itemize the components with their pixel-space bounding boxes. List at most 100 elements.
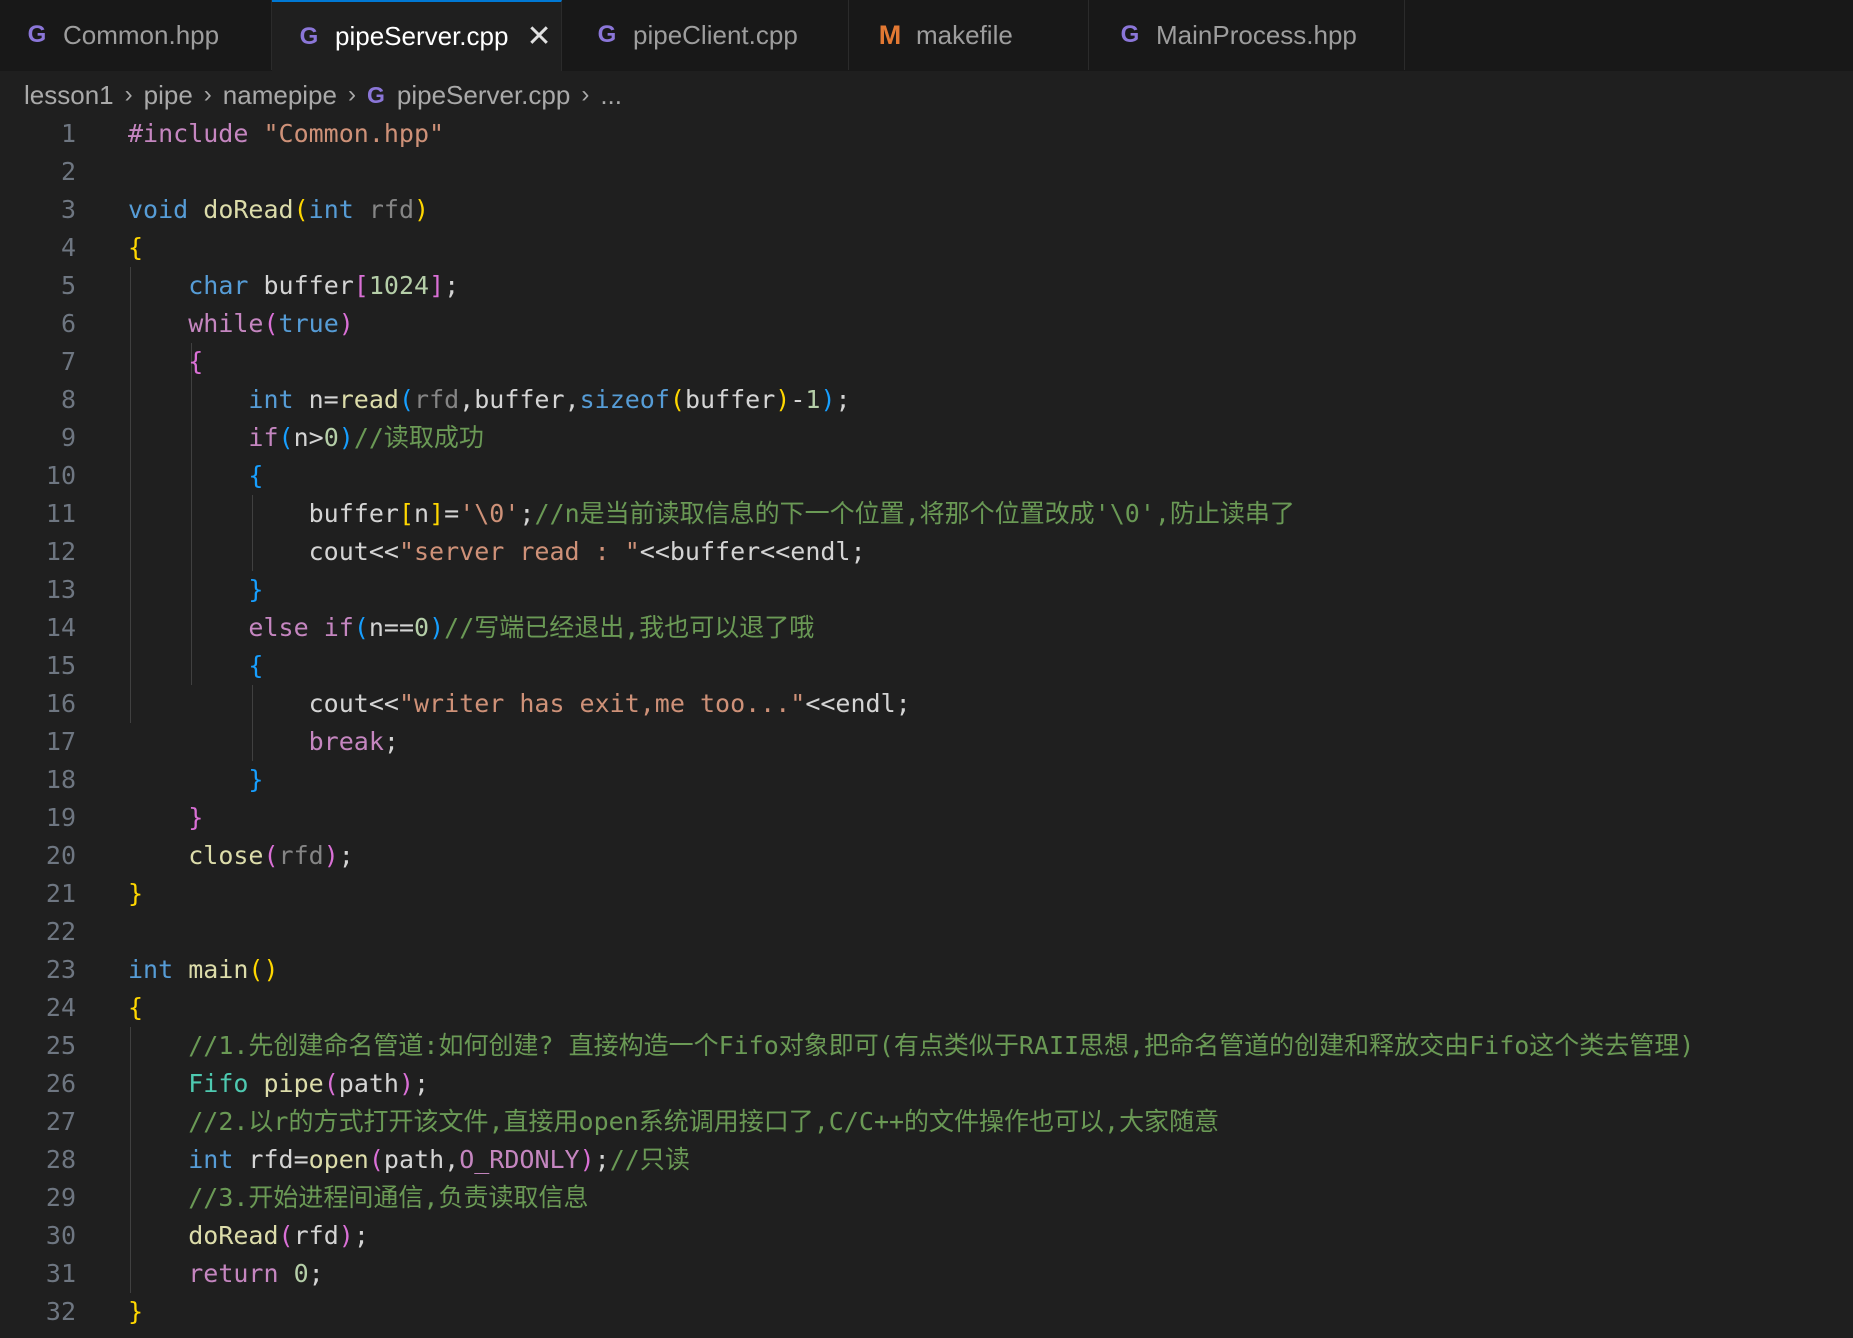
code-line[interactable]: 28 int rfd=open(path,O_RDONLY);//只读 [0, 1141, 1853, 1179]
line-number: 10 [45, 461, 76, 490]
code-token: close [188, 841, 264, 870]
code-line[interactable]: 26 Fifo pipe(path); [0, 1065, 1853, 1103]
code-token: ( [323, 1069, 339, 1098]
code-line[interactable]: 5 char buffer[1024]; [0, 267, 1853, 305]
code-text: //1.先创建命名管道:如何创建? 直接构造一个Fifo对象即可(有点类似于RA… [128, 1027, 1694, 1065]
breadcrumb-item-lesson1[interactable]: lesson1 [24, 80, 114, 111]
code-text: int main() [128, 951, 279, 989]
chevron-right-icon: › [581, 81, 590, 108]
code-token: ) [579, 1145, 595, 1174]
tab-pipeserver-cpp[interactable]: G pipeServer.cpp ✕ [272, 0, 562, 71]
code-token: ( [278, 1221, 294, 1250]
code-line[interactable]: 27 //2.以r的方式打开该文件,直接用open系统调用接口了,C/C++的文… [0, 1103, 1853, 1141]
code-line[interactable]: 31 return 0; [0, 1255, 1853, 1293]
code-line[interactable]: 16 cout<<"writer has exit,me too..."<<en… [0, 685, 1853, 723]
code-line[interactable]: 14 else if(n==0)//写端已经退出,我也可以退了哦 [0, 609, 1853, 647]
code-line[interactable]: 32} [0, 1293, 1853, 1331]
code-line[interactable]: 7 { [0, 343, 1853, 381]
code-text: break; [128, 723, 399, 761]
code-line[interactable]: 8 int n=read(rfd,buffer,sizeof(buffer)-1… [0, 381, 1853, 419]
code-token: int [128, 955, 174, 984]
code-line[interactable]: 21} [0, 875, 1853, 913]
code-line[interactable]: 18 } [0, 761, 1853, 799]
code-text: } [128, 1293, 143, 1331]
code-line[interactable]: 2 [0, 153, 1853, 191]
code-token: //读取成功 [353, 423, 484, 452]
code-line[interactable]: 12 cout<<"server read : "<<buffer<<endl; [0, 533, 1853, 571]
line-number: 11 [45, 499, 76, 528]
code-token: ) [338, 1221, 354, 1250]
code-token: { [128, 993, 144, 1022]
tab-common-hpp[interactable]: G Common.hpp [0, 0, 272, 70]
code-text: if(n>0)//读取成功 [128, 419, 484, 457]
code-token: doRead [188, 195, 294, 224]
code-token: //n是当前读取信息的下一个位置,将那个位置改成'\0',防止读串了 [534, 499, 1295, 528]
cpp-icon: G [1120, 21, 1140, 48]
breadcrumb-item-pipe[interactable]: pipe [144, 80, 193, 111]
code-line[interactable]: 10 { [0, 457, 1853, 495]
chevron-right-icon: › [124, 81, 133, 108]
code-line[interactable]: 30 doRead(rfd); [0, 1217, 1853, 1255]
code-text: close(rfd); [128, 837, 354, 875]
line-number: 20 [45, 841, 76, 870]
code-token: ) [398, 1069, 415, 1098]
code-text: int n=read(rfd,buffer,sizeof(buffer)-1); [128, 381, 850, 419]
code-token: ( [398, 385, 415, 414]
code-token: //2.以r的方式打开该文件,直接用open系统调用接口了,C/C++的文件操作… [188, 1107, 1220, 1136]
code-token: ; [594, 1145, 610, 1174]
code-line[interactable]: 13 } [0, 571, 1853, 609]
code-line[interactable]: 24 { [0, 989, 1853, 1027]
code-token: //只读 [609, 1145, 690, 1174]
breadcrumb-item-file[interactable]: pipeServer.cpp [397, 80, 570, 111]
code-line[interactable]: 23 int main() [0, 951, 1853, 989]
code-text: } [128, 761, 263, 799]
code-token: } [248, 575, 264, 604]
line-number: 8 [60, 385, 76, 414]
cpp-icon: G [366, 81, 385, 108]
code-token: [ [398, 499, 414, 528]
code-line[interactable]: 17 break; [0, 723, 1853, 761]
code-line[interactable]: 25 //1.先创建命名管道:如何创建? 直接构造一个Fifo对象即可(有点类似… [0, 1027, 1853, 1065]
code-line[interactable]: 22 [0, 913, 1853, 951]
code-token: } [128, 1297, 144, 1326]
tab-makefile[interactable]: M makefile [849, 0, 1089, 70]
code-token: ; [444, 271, 460, 300]
code-line[interactable]: 4{ [0, 229, 1853, 267]
code-token: rfd [293, 1221, 339, 1250]
code-token: void [128, 195, 189, 224]
breadcrumb-item-namepipe[interactable]: namepipe [223, 80, 337, 111]
code-text: cout<<"writer has exit,me too..."<<endl; [128, 685, 911, 723]
code-line[interactable]: 9 if(n>0)//读取成功 [0, 419, 1853, 457]
code-token: rfd [414, 385, 460, 414]
code-editor[interactable]: 1 #include "Common.hpp" 2 3 void doRead(int … [0, 115, 1853, 1338]
code-line[interactable]: 11 buffer[n]='\0';//n是当前读取信息的下一个位置,将那个位置… [0, 495, 1853, 533]
code-token: cout<< [308, 689, 399, 718]
code-token: open [308, 1145, 369, 1174]
tab-pipeclient-cpp[interactable]: G pipeClient.cpp [562, 0, 849, 70]
close-icon[interactable]: ✕ [526, 21, 551, 52]
code-line[interactable]: 3 void doRead(int rfd) [0, 191, 1853, 229]
code-line[interactable]: 1 #include "Common.hpp" [0, 115, 1853, 153]
code-token: <<buffer<<endl; [639, 537, 866, 566]
code-token: ; [308, 1259, 324, 1288]
code-line[interactable]: 6 while(true) [0, 305, 1853, 343]
tab-mainprocess-hpp[interactable]: G MainProcess.hpp [1089, 0, 1405, 70]
code-line[interactable]: 20 close(rfd); [0, 837, 1853, 875]
line-number: 17 [45, 727, 76, 756]
breadcrumb-item-symbols[interactable]: ... [600, 80, 622, 111]
line-number: 27 [45, 1107, 76, 1136]
code-token: char [188, 271, 249, 300]
code-line[interactable]: 15 { [0, 647, 1853, 685]
code-token: 1 [805, 385, 821, 414]
line-number: 18 [45, 765, 76, 794]
code-line[interactable]: 19 } [0, 799, 1853, 837]
code-line[interactable]: 29 //3.开始进程间通信,负责读取信息 [0, 1179, 1853, 1217]
chevron-right-icon: › [203, 81, 212, 108]
